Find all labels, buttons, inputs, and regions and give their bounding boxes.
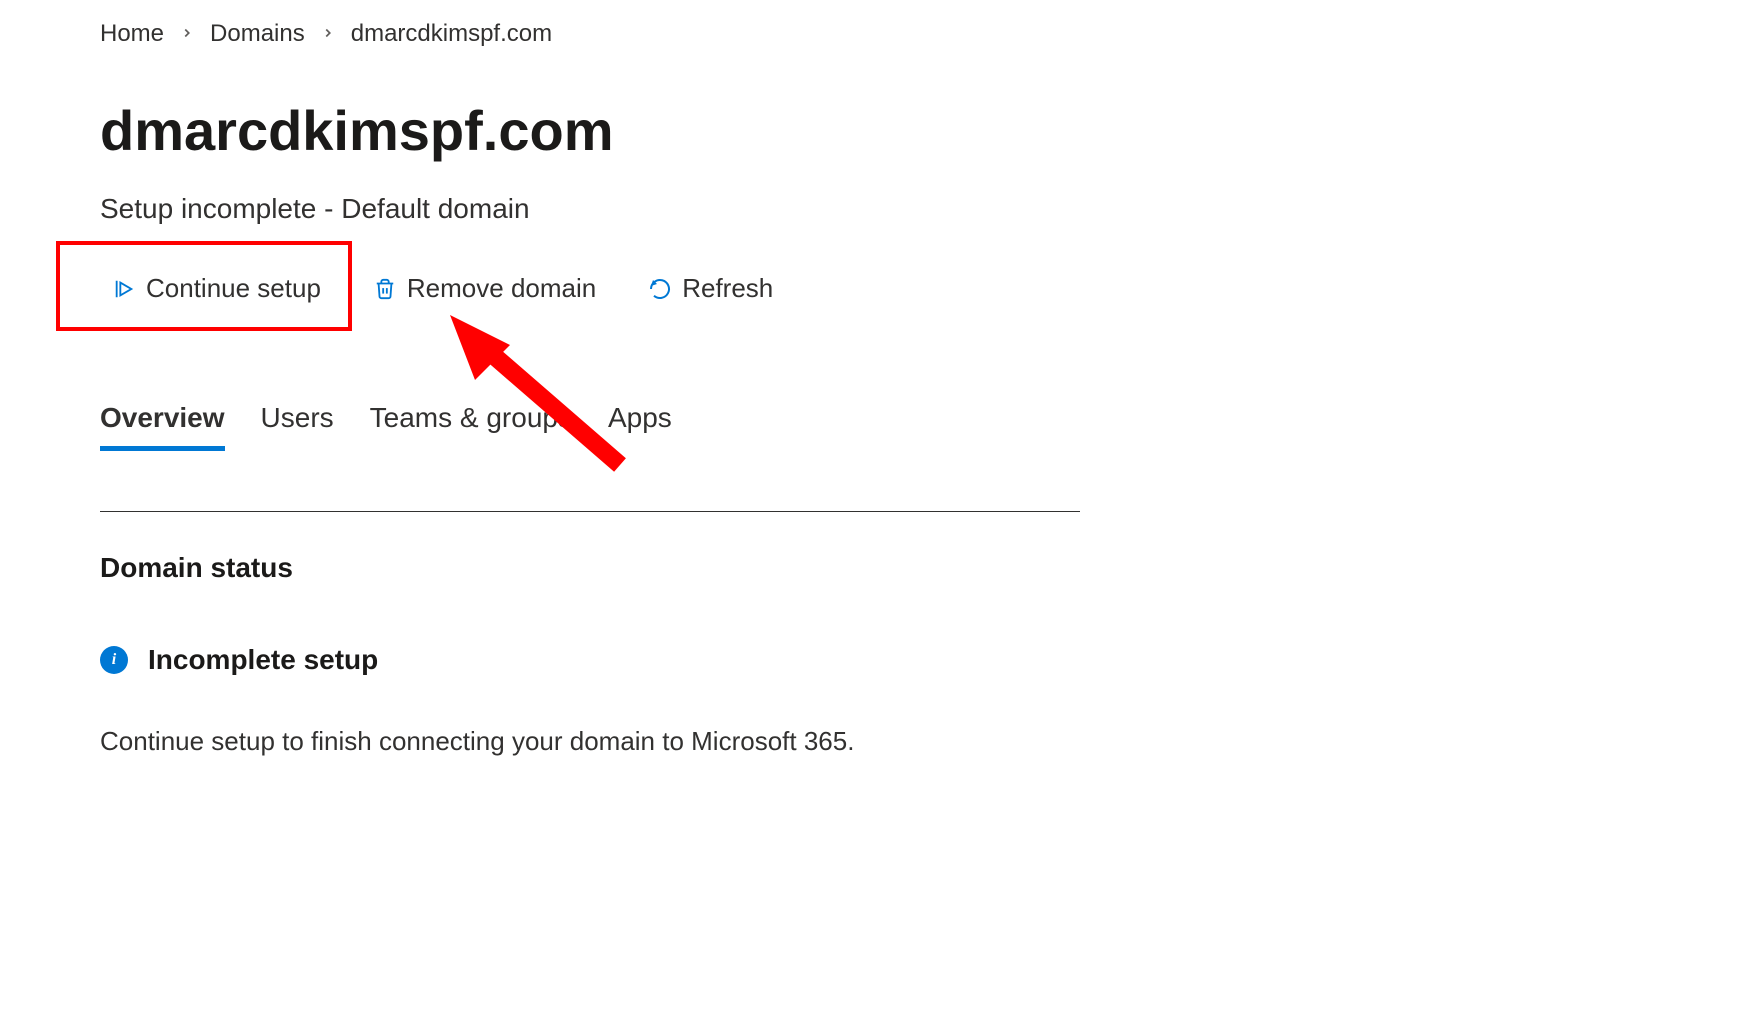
chevron-right-icon [321,23,335,46]
status-row: i Incomplete setup [100,644,1642,676]
tab-apps[interactable]: Apps [608,402,672,451]
remove-domain-label: Remove domain [407,273,596,304]
play-icon [112,277,136,301]
breadcrumb-home[interactable]: Home [100,20,164,48]
tabs: Overview Users Teams & groups Apps [100,402,1642,451]
breadcrumb-domains[interactable]: Domains [210,20,305,48]
domain-status-heading: Domain status [100,552,1642,584]
page-title: dmarcdkimspf.com [100,98,1642,163]
continue-setup-label: Continue setup [146,273,321,304]
page-subtitle: Setup incomplete - Default domain [100,193,1642,225]
refresh-icon [648,277,672,301]
breadcrumb-current: dmarcdkimspf.com [351,20,552,48]
status-description: Continue setup to finish connecting your… [100,726,1642,757]
status-label: Incomplete setup [148,644,378,676]
trash-icon [373,277,397,301]
tab-teams-groups[interactable]: Teams & groups [370,402,572,451]
tab-users[interactable]: Users [261,402,334,451]
chevron-right-icon [180,23,194,46]
refresh-label: Refresh [682,273,773,304]
toolbar: Continue setup Remove domain Refresh [100,265,1642,312]
remove-domain-button[interactable]: Remove domain [361,265,608,312]
info-icon: i [100,646,128,674]
divider [100,511,1080,512]
continue-setup-button[interactable]: Continue setup [100,265,333,312]
breadcrumb: Home Domains dmarcdkimspf.com [100,20,1642,48]
tab-overview[interactable]: Overview [100,402,225,451]
refresh-button[interactable]: Refresh [636,265,785,312]
